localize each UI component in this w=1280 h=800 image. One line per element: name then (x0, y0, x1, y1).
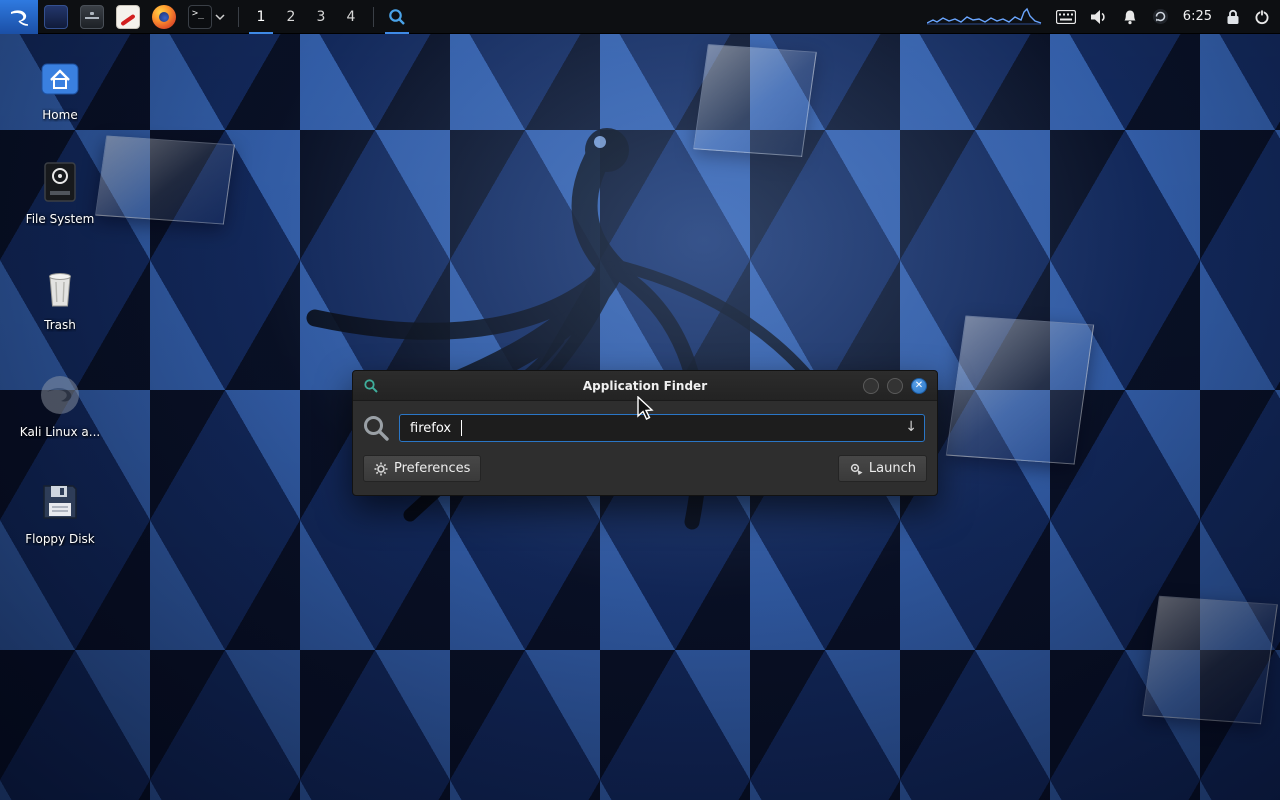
top-panel: >_ 1 2 3 4 (0, 0, 1280, 34)
kali-logo-icon (8, 6, 30, 28)
panel-tray: 6:25 (927, 7, 1280, 27)
desktop-icon-file-system[interactable]: File System (14, 160, 106, 226)
update-status-icon[interactable] (1152, 8, 1169, 25)
keyboard-icon[interactable] (1056, 10, 1076, 24)
application-finder-window: Application Finder ✕ ↓ (352, 370, 938, 496)
desktop-icon-home[interactable]: Home (14, 56, 106, 122)
text-caret (461, 420, 462, 436)
search-input[interactable] (399, 414, 925, 442)
floppy-disk-icon (38, 480, 82, 524)
power-logout-icon[interactable] (1254, 9, 1270, 25)
panel-separator (238, 7, 239, 27)
launcher-firefox[interactable] (146, 0, 182, 34)
hard-disk-icon (38, 160, 82, 204)
preferences-label: Preferences (394, 461, 470, 476)
titlebar[interactable]: Application Finder ✕ (353, 371, 937, 401)
lock-icon[interactable] (1226, 9, 1240, 25)
glass-cube (95, 135, 235, 224)
panel-separator (373, 7, 374, 27)
workspace-3[interactable]: 3 (306, 0, 336, 34)
panel-clock[interactable]: 6:25 (1183, 9, 1212, 24)
close-button[interactable]: ✕ (911, 378, 927, 394)
file-cabinet-icon (80, 5, 104, 29)
desktop-icon-floppy[interactable]: Floppy Disk (14, 480, 106, 546)
text-editor-icon (116, 5, 140, 29)
launch-label: Launch (869, 461, 916, 476)
kali-faded-icon (38, 373, 82, 417)
kali-menu-button[interactable] (0, 0, 38, 34)
home-icon (38, 56, 82, 100)
launcher-terminal[interactable]: >_ (182, 0, 231, 34)
window-app-icon (363, 378, 379, 394)
maximize-button[interactable] (887, 378, 903, 394)
preferences-button[interactable]: Preferences (363, 455, 481, 482)
minimize-button[interactable] (863, 378, 879, 394)
monitor-graph (927, 7, 1042, 27)
launcher-window-manager[interactable] (38, 0, 74, 34)
chevron-down-icon (215, 13, 225, 21)
window-icon (44, 5, 68, 29)
desktop: >_ 1 2 3 4 (0, 0, 1280, 800)
gear-icon (374, 462, 388, 476)
trash-icon (38, 266, 82, 310)
workspace-4[interactable]: 4 (336, 0, 366, 34)
workspace-2[interactable]: 2 (276, 0, 306, 34)
glass-cube (1142, 596, 1278, 724)
search-icon (361, 413, 391, 443)
desktop-icon-trash[interactable]: Trash (14, 266, 106, 332)
desktop-icon-kali-docs[interactable]: Kali Linux a... (14, 373, 106, 439)
window-title: Application Finder (353, 379, 937, 393)
workspace-1[interactable]: 1 (246, 0, 276, 34)
launcher-text-editor[interactable] (110, 0, 146, 34)
volume-icon[interactable] (1090, 9, 1108, 25)
search-icon (387, 7, 407, 27)
run-icon (849, 462, 863, 476)
notifications-bell-icon[interactable] (1122, 9, 1138, 25)
glass-cube (946, 315, 1094, 464)
app-finder-panel-button[interactable] (381, 0, 413, 34)
firefox-icon (152, 5, 176, 29)
launch-button[interactable]: Launch (838, 455, 927, 482)
terminal-icon: >_ (188, 5, 212, 29)
launcher-file-manager[interactable] (74, 0, 110, 34)
